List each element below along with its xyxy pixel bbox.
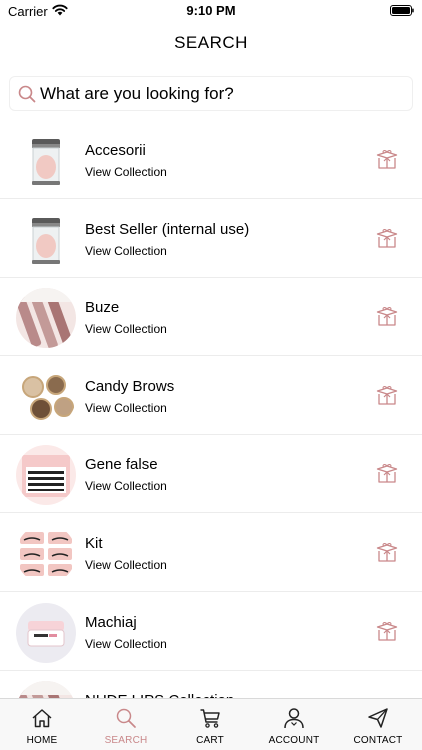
collection-list: Accesorii View Collection Best Seller (int… xyxy=(0,120,422,698)
collection-row[interactable]: Best Seller (internal use) View Collectio… xyxy=(0,199,422,278)
status-bar: Carrier 9:10 PM xyxy=(0,0,422,24)
tab-home[interactable]: HOME xyxy=(0,699,84,750)
collection-thumbnail xyxy=(16,366,76,427)
status-time: 9:10 PM xyxy=(186,3,236,18)
cart-icon xyxy=(200,709,220,728)
tab-contact[interactable]: CONTACT xyxy=(336,699,420,750)
gift-icon[interactable] xyxy=(376,228,398,249)
tab-contact-label: CONTACT xyxy=(353,735,403,746)
collection-title: Accesorii xyxy=(85,142,146,159)
collection-row[interactable]: Buze View Collection xyxy=(0,277,422,357)
collection-title: Gene false xyxy=(85,456,158,474)
account-icon xyxy=(284,708,304,729)
view-collection-link[interactable]: View Collection xyxy=(85,637,167,651)
tab-account[interactable]: ACCOUNT xyxy=(252,699,336,750)
collection-title: Kit xyxy=(85,535,103,552)
gift-icon[interactable] xyxy=(376,543,398,563)
tab-search[interactable]: SEARCH xyxy=(84,699,168,750)
view-collection-link[interactable]: View Collection xyxy=(85,401,167,415)
tab-cart[interactable]: CART xyxy=(168,699,252,750)
search-icon xyxy=(116,708,136,728)
collection-thumbnail xyxy=(16,681,76,698)
tab-account-label: ACCOUNT xyxy=(268,735,320,746)
view-collection-link[interactable]: View Collection xyxy=(85,244,167,258)
collection-row[interactable]: Machiaj View Collection xyxy=(0,592,422,671)
view-collection-link[interactable]: View Collection xyxy=(85,558,167,572)
view-collection-link[interactable]: View Collection xyxy=(85,479,167,493)
tab-cart-label: CART xyxy=(196,735,224,746)
tab-home-label: HOME xyxy=(26,735,58,746)
collection-title: Machiaj xyxy=(85,613,137,631)
collection-row[interactable]: Kit View Collection xyxy=(0,513,422,592)
battery-icon xyxy=(390,5,414,16)
search-bar[interactable] xyxy=(9,76,413,111)
collection-thumbnail xyxy=(16,445,76,506)
collection-thumbnail xyxy=(16,524,76,584)
home-icon xyxy=(32,709,52,728)
view-collection-link[interactable]: View Collection xyxy=(85,165,167,179)
collection-row[interactable]: Candy Brows View Collection xyxy=(0,356,422,435)
search-icon xyxy=(18,85,36,103)
collection-title: Best Seller (internal use) xyxy=(85,220,250,238)
gift-icon[interactable] xyxy=(376,150,398,170)
collection-thumbnail xyxy=(16,288,76,349)
gift-icon[interactable] xyxy=(376,621,398,642)
collection-row[interactable]: Gene false View Collection xyxy=(0,434,422,514)
view-collection-link[interactable]: View Collection xyxy=(85,322,167,336)
collection-thumbnail xyxy=(16,602,76,663)
collection-thumbnail xyxy=(16,209,76,270)
collection-title: Candy Brows xyxy=(85,377,175,395)
gift-icon[interactable] xyxy=(376,385,398,406)
gift-icon[interactable] xyxy=(376,307,398,327)
tab-bar: HOME SEARCH CART ACCOUNT CONTACT xyxy=(0,698,422,750)
tab-search-label: SEARCH xyxy=(104,735,148,746)
search-input[interactable] xyxy=(40,77,400,110)
page-title: SEARCH xyxy=(174,33,248,52)
send-icon xyxy=(368,708,388,728)
collection-row[interactable]: Accesorii View Collection xyxy=(0,120,422,199)
gift-icon[interactable] xyxy=(376,464,398,484)
collection-title: Buze xyxy=(85,299,120,317)
collection-row[interactable]: NUDE LIPS CollectionView Collection xyxy=(0,670,422,698)
collection-thumbnail xyxy=(16,131,76,191)
